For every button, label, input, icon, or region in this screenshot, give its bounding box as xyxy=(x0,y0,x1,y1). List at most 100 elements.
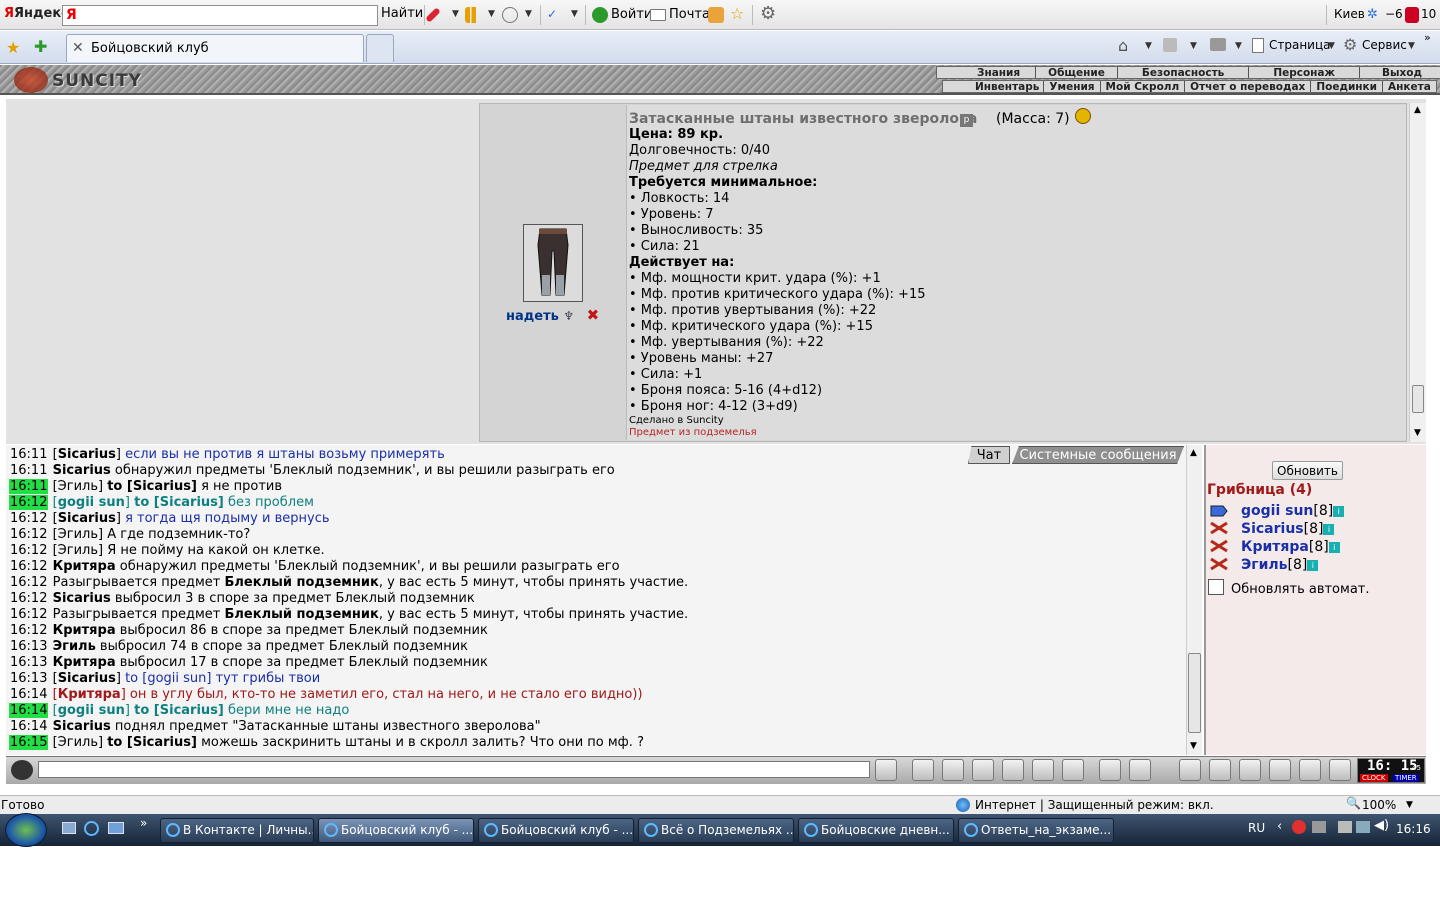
scroll-thumb[interactable] xyxy=(1412,385,1424,413)
show-desktop-icon[interactable] xyxy=(62,822,76,834)
chat-timestamp[interactable]: 16:12 xyxy=(9,575,48,590)
taskbar-window-button[interactable]: В Контакте | Личны... xyxy=(160,818,314,843)
chat-nick[interactable]: Sicarius xyxy=(53,591,111,606)
chevron-down-icon[interactable]: ▼ xyxy=(1145,41,1152,51)
scroll-up-icon[interactable]: ▲ xyxy=(1190,448,1197,458)
scroll-down-icon[interactable]: ▼ xyxy=(1190,741,1197,751)
menu-security[interactable]: Безопасность xyxy=(1118,67,1250,79)
chat-nick[interactable]: Sicarius xyxy=(58,447,116,462)
chat-bubble-icon[interactable] xyxy=(502,7,518,23)
chat-timestamp[interactable]: 16:11 xyxy=(9,447,48,462)
save-log-icon[interactable] xyxy=(972,759,994,781)
yandex-search-input[interactable]: Я xyxy=(62,5,378,26)
gear-icon[interactable]: ⚙ xyxy=(760,3,776,24)
chat-timestamp[interactable]: 16:13 xyxy=(9,639,48,654)
chat-timestamp[interactable]: 16:14 xyxy=(9,719,48,734)
chat-timestamp[interactable]: 16:11 xyxy=(9,479,49,494)
chat-nick[interactable]: Критяра xyxy=(58,687,121,702)
scroll-thumb[interactable] xyxy=(1188,653,1201,733)
marker-icon[interactable] xyxy=(425,7,441,23)
ie-quicklaunch-icon[interactable] xyxy=(84,821,99,836)
opera-tray-icon[interactable] xyxy=(1292,820,1306,834)
user-sicarius[interactable]: Sicarius[8] i xyxy=(1241,521,1335,537)
taskbar-window-button[interactable]: Всё о Подземельях ... xyxy=(638,818,794,843)
info-icon[interactable]: i xyxy=(1333,505,1345,517)
chat-nick[interactable]: gogii sun xyxy=(58,495,125,510)
feeds-icon[interactable] xyxy=(1163,38,1177,52)
menu-communication[interactable]: Общение xyxy=(1036,67,1118,79)
image-icon[interactable] xyxy=(1129,759,1151,781)
chat-nick[interactable]: to [Sicarius] xyxy=(134,703,224,718)
scroll-down-icon[interactable]: ▼ xyxy=(1414,428,1421,438)
chevron-down-icon[interactable]: ▼ xyxy=(1406,800,1413,810)
percent-icon[interactable] xyxy=(1032,759,1054,781)
favorites-star-icon[interactable]: ★ xyxy=(6,38,20,57)
chat-nick[interactable]: Критяра xyxy=(53,559,116,574)
chat-timestamp[interactable]: 16:13 xyxy=(9,655,48,670)
find-button[interactable]: Найти xyxy=(381,6,423,21)
filter-icon[interactable] xyxy=(942,759,964,781)
chat-nick[interactable]: gogii sun xyxy=(58,703,125,718)
chevron-down-icon[interactable]: ▼ xyxy=(571,9,578,19)
menu-profile[interactable]: Анкета xyxy=(1383,81,1436,93)
taskbar-window-button[interactable]: Бойцовский клуб - ... xyxy=(318,818,474,843)
chat-nick[interactable]: Критяра xyxy=(53,623,116,638)
info-icon[interactable]: i xyxy=(1307,559,1319,571)
chat-nick[interactable]: Sicarius xyxy=(53,463,111,478)
zoom-level[interactable]: 100% xyxy=(1362,798,1396,812)
chat-nick[interactable]: Критяра xyxy=(53,655,116,670)
chat-timestamp[interactable]: 16:12 xyxy=(9,511,48,526)
security-zone[interactable]: Интернет | Защищенный режим: вкл. xyxy=(975,798,1214,812)
menu-character[interactable]: Персонаж xyxy=(1249,67,1360,79)
chevron-down-icon[interactable]: ▼ xyxy=(488,9,495,19)
exit-icon[interactable] xyxy=(1329,759,1351,781)
tab-system-messages[interactable]: Системные сообщения xyxy=(1012,446,1184,464)
chevron-down-icon[interactable]: ▼ xyxy=(525,9,532,19)
scroll-icon[interactable] xyxy=(1209,759,1231,781)
chat-timestamp[interactable]: 16:12 xyxy=(9,543,48,558)
more-chevron-icon[interactable]: » xyxy=(1424,31,1431,44)
chevron-down-icon[interactable]: ▼ xyxy=(452,9,459,19)
chat-timestamp[interactable]: 16:11 xyxy=(9,463,48,478)
page-menu[interactable]: Страница xyxy=(1269,38,1331,52)
chat-timestamp[interactable]: 16:12 xyxy=(9,591,48,606)
tray-expand-icon[interactable]: ‹ xyxy=(1277,819,1282,834)
menu-transfer-report[interactable]: Отчет о переводах xyxy=(1185,81,1312,93)
smiley-icon[interactable] xyxy=(1099,759,1121,781)
chat-nick[interactable]: Блеклый подземник xyxy=(225,607,379,622)
spellcheck-icon[interactable]: ✓ xyxy=(547,7,557,21)
item-image[interactable] xyxy=(523,224,583,302)
tab-fight-club[interactable]: ✕ Бойцовский клуб xyxy=(66,34,364,62)
item-scrollbar[interactable]: ▲ ▼ xyxy=(1409,103,1426,442)
scroll-up-icon[interactable]: ▲ xyxy=(1414,105,1421,115)
chevron-down-icon[interactable]: ▼ xyxy=(1328,41,1335,51)
chat-timestamp[interactable]: 16:13 xyxy=(9,671,48,686)
print-icon[interactable] xyxy=(1210,38,1226,51)
bag-icon[interactable] xyxy=(1179,759,1201,781)
send-icon[interactable] xyxy=(875,759,897,781)
taskbar-clock[interactable]: 16:16 xyxy=(1396,822,1431,836)
add-favorite-icon[interactable]: ✚ xyxy=(34,37,47,56)
new-tab-button[interactable] xyxy=(366,34,394,62)
mask-icon[interactable] xyxy=(1239,759,1261,781)
menu-my-scroll[interactable]: Мой Скролл xyxy=(1101,81,1186,93)
market-icon[interactable] xyxy=(708,7,724,23)
refresh-button[interactable]: Обновить xyxy=(1272,461,1343,480)
chevron-down-icon[interactable]: ▼ xyxy=(1235,41,1242,51)
chat-nick[interactable]: to [Sicarius] xyxy=(107,735,197,750)
switch-windows-icon[interactable] xyxy=(108,822,124,834)
chat-nick[interactable]: to [Sicarius] xyxy=(107,479,197,494)
yandex-logo[interactable]: ЯЯндекс xyxy=(4,6,69,21)
more-chevron-icon[interactable]: » xyxy=(140,816,147,830)
info-icon[interactable]: i xyxy=(1328,541,1340,553)
chevron-down-icon[interactable]: ▼ xyxy=(1190,41,1197,51)
info-icon[interactable]: i xyxy=(1323,523,1335,535)
taskbar-window-button[interactable]: Бойцовские дневн... xyxy=(798,818,954,843)
eraser-icon[interactable] xyxy=(912,759,934,781)
taskbar-window-button[interactable]: Бойцовский клуб - ... xyxy=(478,818,634,843)
device-tray-icon[interactable] xyxy=(1338,821,1352,833)
tray-icon[interactable] xyxy=(1312,821,1326,833)
chat-scrollbar[interactable]: ▲ ▼ xyxy=(1186,445,1202,755)
tab-chat[interactable]: Чат xyxy=(968,446,1010,464)
house-icon[interactable] xyxy=(1299,759,1321,781)
